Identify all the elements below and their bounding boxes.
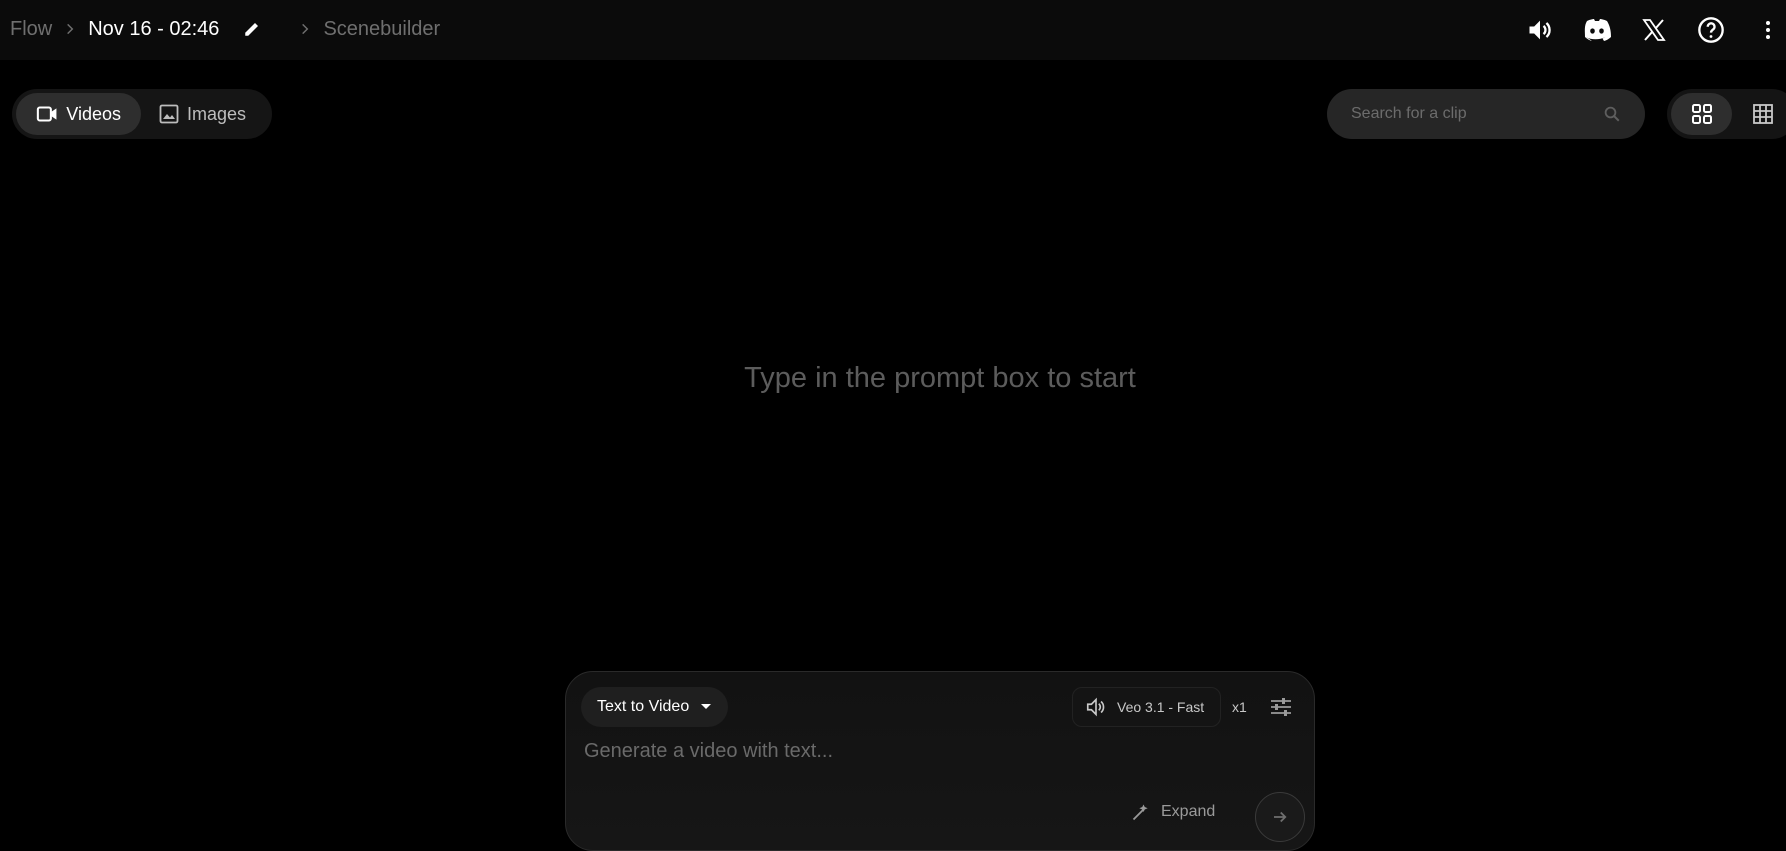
tune-icon: [1271, 698, 1291, 716]
breadcrumb: Flow Nov 16 - 02:46 Scenebuilder: [10, 14, 440, 44]
empty-state-message: Type in the prompt box to start: [744, 362, 1136, 394]
discord-button[interactable]: [1579, 12, 1615, 48]
edit-title-button[interactable]: [237, 14, 267, 44]
grid-large-icon: [1691, 104, 1712, 124]
top-bar: Flow Nov 16 - 02:46 Scenebuilder: [0, 0, 1786, 60]
volume-icon: [1086, 697, 1105, 717]
view-mode-toggle: [1667, 89, 1786, 139]
output-count[interactable]: x1: [1232, 699, 1247, 715]
prompt-box: Text to Video Veo 3.1 - Fast x1 Expand: [565, 671, 1315, 851]
model-label: Veo 3.1 - Fast: [1117, 699, 1205, 715]
x-button[interactable]: [1636, 12, 1672, 48]
chevron-right-icon: [287, 22, 323, 36]
chevron-right-icon: [52, 22, 88, 36]
image-icon: [159, 104, 179, 124]
more-vert-icon: [1766, 21, 1770, 39]
grid-small-icon: [1752, 104, 1773, 124]
volume-button[interactable]: [1522, 12, 1558, 48]
magic-wand-icon: [1132, 804, 1148, 821]
clip-search: [1327, 89, 1645, 139]
settings-button[interactable]: [1268, 694, 1294, 720]
videocam-icon: [36, 106, 57, 122]
arrow-right-icon: [1274, 811, 1287, 823]
mode-dropdown[interactable]: Text to Video: [581, 687, 728, 727]
more-options-button[interactable]: [1750, 12, 1786, 48]
view-large-grid-button[interactable]: [1671, 93, 1732, 135]
tab-images[interactable]: Images: [141, 93, 266, 135]
model-selector[interactable]: Veo 3.1 - Fast: [1072, 687, 1221, 727]
breadcrumb-flow-link[interactable]: Flow: [10, 18, 52, 41]
dropdown-arrow-icon: [701, 704, 711, 709]
media-type-toggle: Videos Images: [12, 89, 272, 139]
prompt-input[interactable]: [584, 740, 1284, 763]
volume-icon: [1529, 20, 1551, 40]
help-icon: [1698, 17, 1724, 43]
tab-videos-label: Videos: [66, 103, 121, 124]
help-button[interactable]: [1693, 12, 1729, 48]
discord-icon: [1584, 19, 1611, 41]
pencil-icon: [245, 23, 259, 36]
top-actions: [1501, 12, 1786, 48]
tab-videos[interactable]: Videos: [16, 93, 141, 135]
expand-label: Expand: [1161, 803, 1216, 820]
search-icon[interactable]: [1603, 105, 1621, 123]
breadcrumb-scenebuilder[interactable]: Scenebuilder: [323, 18, 440, 41]
mode-dropdown-label: Text to Video: [597, 698, 690, 715]
expand-button[interactable]: Expand: [1131, 802, 1215, 822]
view-small-grid-button[interactable]: [1732, 93, 1786, 135]
send-button[interactable]: [1255, 792, 1305, 842]
search-input[interactable]: [1351, 105, 1603, 123]
x-logo-icon: [1642, 19, 1666, 41]
project-title: Nov 16 - 02:46: [88, 17, 220, 40]
tab-images-label: Images: [187, 103, 247, 124]
